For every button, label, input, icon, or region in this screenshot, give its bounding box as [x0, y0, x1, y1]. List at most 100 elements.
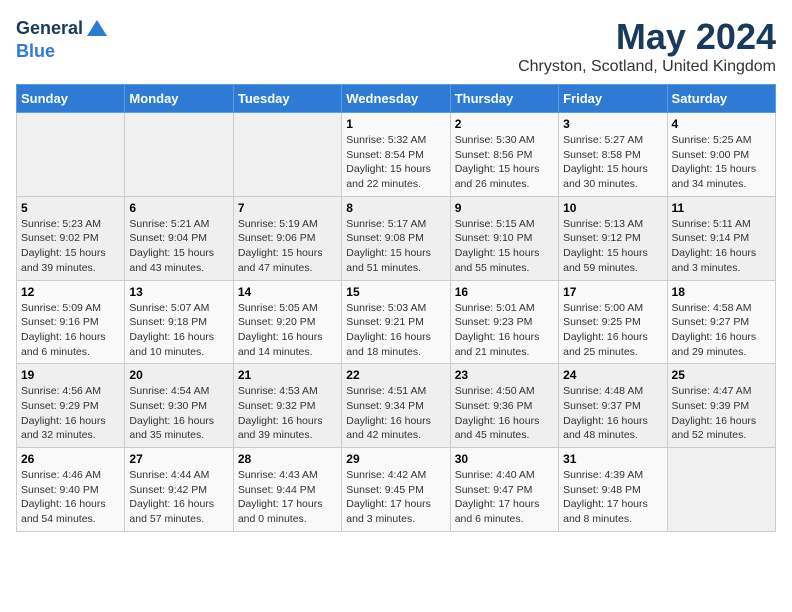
day-number: 2: [455, 117, 554, 131]
title-section: May 2024 Chryston, Scotland, United King…: [518, 16, 776, 76]
day-info: Sunrise: 4:43 AM Sunset: 9:44 PM Dayligh…: [238, 468, 337, 527]
header-day-saturday: Saturday: [667, 85, 775, 113]
calendar-cell: 17 Sunrise: 5:00 AM Sunset: 9:25 PM Dayli…: [559, 280, 667, 364]
day-number: 8: [346, 201, 445, 215]
day-number: 23: [455, 368, 554, 382]
calendar-cell: 25 Sunrise: 4:47 AM Sunset: 9:39 PM Dayli…: [667, 364, 775, 448]
calendar-cell: 3Sunrise: 5:27 AM Sunset: 8:58 PM Daylig…: [559, 113, 667, 197]
calendar-cell: 1 Sunrise: 5:32 AM Sunset: 8:54 PM Daylig…: [342, 113, 450, 197]
day-number: 13: [129, 285, 228, 299]
day-number: 11: [672, 201, 771, 215]
calendar-cell: 5 Sunrise: 5:23 AM Sunset: 9:02 PM Daylig…: [17, 196, 125, 280]
day-number: 29: [346, 452, 445, 466]
header-day-friday: Friday: [559, 85, 667, 113]
day-info: Sunrise: 5:09 AM Sunset: 9:16 PM Dayligh…: [21, 301, 120, 360]
calendar-body: 1 Sunrise: 5:32 AM Sunset: 8:54 PM Daylig…: [17, 113, 776, 532]
day-number: 20: [129, 368, 228, 382]
day-number: 1: [346, 117, 445, 131]
calendar-cell: 14 Sunrise: 5:05 AM Sunset: 9:20 PM Dayli…: [233, 280, 341, 364]
header-day-tuesday: Tuesday: [233, 85, 341, 113]
calendar-cell: 21 Sunrise: 4:53 AM Sunset: 9:32 PM Dayli…: [233, 364, 341, 448]
logo-general: General: [16, 19, 83, 39]
day-info: Sunrise: 5:25 AM Sunset: 9:00 PM Dayligh…: [672, 133, 771, 192]
day-info: Sunrise: 5:13 AM Sunset: 9:12 PM Dayligh…: [563, 217, 662, 276]
calendar-cell: 4 Sunrise: 5:25 AM Sunset: 9:00 PM Daylig…: [667, 113, 775, 197]
day-info: Sunrise: 5:01 AM Sunset: 9:23 PM Dayligh…: [455, 301, 554, 360]
calendar-cell: 22Sunrise: 4:51 AM Sunset: 9:34 PM Dayli…: [342, 364, 450, 448]
day-info: Sunrise: 4:53 AM Sunset: 9:32 PM Dayligh…: [238, 384, 337, 443]
calendar-cell: [233, 113, 341, 197]
day-number: 4: [672, 117, 771, 131]
day-number: 3: [563, 117, 662, 131]
calendar-cell: 28 Sunrise: 4:43 AM Sunset: 9:44 PM Dayli…: [233, 448, 341, 532]
logo-text: General Blue: [16, 16, 109, 62]
day-number: 25: [672, 368, 771, 382]
calendar-cell: 12 Sunrise: 5:09 AM Sunset: 9:16 PM Dayli…: [17, 280, 125, 364]
calendar-cell: 30 Sunrise: 4:40 AM Sunset: 9:47 PM Dayli…: [450, 448, 558, 532]
day-number: 12: [21, 285, 120, 299]
day-info: Sunrise: 5:15 AM Sunset: 9:10 PM Dayligh…: [455, 217, 554, 276]
day-info: Sunrise: 5:00 AM Sunset: 9:25 PM Dayligh…: [563, 301, 662, 360]
day-number: 16: [455, 285, 554, 299]
calendar-cell: [17, 113, 125, 197]
day-info: Sunrise: 4:48 AM Sunset: 9:37 PM Dayligh…: [563, 384, 662, 443]
day-number: 30: [455, 452, 554, 466]
day-info: Sunrise: 5:21 AM Sunset: 9:04 PM Dayligh…: [129, 217, 228, 276]
day-info: Sunrise: 5:17 AM Sunset: 9:08 PM Dayligh…: [346, 217, 445, 276]
day-info: Sunrise: 4:56 AM Sunset: 9:29 PM Dayligh…: [21, 384, 120, 443]
day-number: 19: [21, 368, 120, 382]
calendar-cell: 6 Sunrise: 5:21 AM Sunset: 9:04 PM Daylig…: [125, 196, 233, 280]
calendar-cell: 19 Sunrise: 4:56 AM Sunset: 9:29 PM Dayli…: [17, 364, 125, 448]
calendar-cell: 27Sunrise: 4:44 AM Sunset: 9:42 PM Dayli…: [125, 448, 233, 532]
calendar-week-row: 26 Sunrise: 4:46 AM Sunset: 9:40 PM Dayli…: [17, 448, 776, 532]
day-info: Sunrise: 5:19 AM Sunset: 9:06 PM Dayligh…: [238, 217, 337, 276]
day-info: Sunrise: 4:39 AM Sunset: 9:48 PM Dayligh…: [563, 468, 662, 527]
calendar-cell: 29 Sunrise: 4:42 AM Sunset: 9:45 PM Dayli…: [342, 448, 450, 532]
day-info: Sunrise: 4:40 AM Sunset: 9:47 PM Dayligh…: [455, 468, 554, 527]
day-info: Sunrise: 4:46 AM Sunset: 9:40 PM Dayligh…: [21, 468, 120, 527]
calendar-week-row: 1 Sunrise: 5:32 AM Sunset: 8:54 PM Daylig…: [17, 113, 776, 197]
calendar-cell: 15 Sunrise: 5:03 AM Sunset: 9:21 PM Dayli…: [342, 280, 450, 364]
day-number: 21: [238, 368, 337, 382]
header-day-monday: Monday: [125, 85, 233, 113]
calendar-cell: [667, 448, 775, 532]
calendar-cell: 2Sunrise: 5:30 AM Sunset: 8:56 PM Daylig…: [450, 113, 558, 197]
calendar-cell: 26 Sunrise: 4:46 AM Sunset: 9:40 PM Dayli…: [17, 448, 125, 532]
logo: General Blue: [16, 16, 109, 62]
day-number: 27: [129, 452, 228, 466]
main-title: May 2024: [518, 16, 776, 58]
day-number: 10: [563, 201, 662, 215]
calendar-cell: [125, 113, 233, 197]
logo-blue: Blue: [16, 42, 109, 62]
day-number: 6: [129, 201, 228, 215]
calendar-week-row: 12 Sunrise: 5:09 AM Sunset: 9:16 PM Dayli…: [17, 280, 776, 364]
day-number: 5: [21, 201, 120, 215]
day-info: Sunrise: 5:23 AM Sunset: 9:02 PM Dayligh…: [21, 217, 120, 276]
day-info: Sunrise: 5:03 AM Sunset: 9:21 PM Dayligh…: [346, 301, 445, 360]
calendar-cell: 18Sunrise: 4:58 AM Sunset: 9:27 PM Dayli…: [667, 280, 775, 364]
day-info: Sunrise: 4:54 AM Sunset: 9:30 PM Dayligh…: [129, 384, 228, 443]
day-number: 15: [346, 285, 445, 299]
day-number: 17: [563, 285, 662, 299]
day-info: Sunrise: 4:51 AM Sunset: 9:34 PM Dayligh…: [346, 384, 445, 443]
page-header: General Blue May 2024 Chryston, Scotland…: [16, 16, 776, 76]
day-number: 7: [238, 201, 337, 215]
day-number: 26: [21, 452, 120, 466]
calendar-cell: 23Sunrise: 4:50 AM Sunset: 9:36 PM Dayli…: [450, 364, 558, 448]
day-number: 24: [563, 368, 662, 382]
calendar-cell: 8 Sunrise: 5:17 AM Sunset: 9:08 PM Daylig…: [342, 196, 450, 280]
day-info: Sunrise: 5:32 AM Sunset: 8:54 PM Dayligh…: [346, 133, 445, 192]
day-info: Sunrise: 4:47 AM Sunset: 9:39 PM Dayligh…: [672, 384, 771, 443]
day-info: Sunrise: 5:07 AM Sunset: 9:18 PM Dayligh…: [129, 301, 228, 360]
logo-triangle-icon: [85, 16, 109, 40]
day-number: 28: [238, 452, 337, 466]
calendar-cell: 16 Sunrise: 5:01 AM Sunset: 9:23 PM Dayli…: [450, 280, 558, 364]
day-info: Sunrise: 4:42 AM Sunset: 9:45 PM Dayligh…: [346, 468, 445, 527]
calendar-week-row: 19 Sunrise: 4:56 AM Sunset: 9:29 PM Dayli…: [17, 364, 776, 448]
calendar-cell: 24 Sunrise: 4:48 AM Sunset: 9:37 PM Dayli…: [559, 364, 667, 448]
day-info: Sunrise: 5:05 AM Sunset: 9:20 PM Dayligh…: [238, 301, 337, 360]
calendar-cell: 11Sunrise: 5:11 AM Sunset: 9:14 PM Dayli…: [667, 196, 775, 280]
subtitle: Chryston, Scotland, United Kingdom: [518, 58, 776, 76]
header-day-sunday: Sunday: [17, 85, 125, 113]
day-number: 14: [238, 285, 337, 299]
